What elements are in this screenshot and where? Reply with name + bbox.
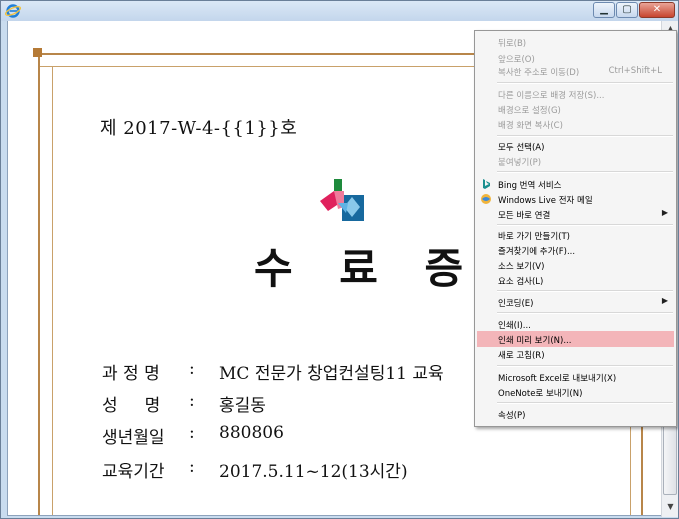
- submenu-arrow-icon: ▶: [661, 296, 668, 305]
- menu-item-print-preview[interactable]: 인쇄 미리 보기(N)...: [477, 331, 674, 347]
- menu-item-label: 뒤로(B): [498, 39, 527, 49]
- close-icon: ✕: [652, 4, 662, 15]
- scroll-down-icon[interactable]: ▼: [662, 499, 678, 515]
- border-line: [641, 416, 643, 515]
- menu-item-copy-background[interactable]: 배경 화면 복사(C): [477, 116, 674, 132]
- context-menu: 뒤로(B) 앞으로(O) 복사한 주소로 이동(D) Ctrl+Shift+L 다…: [474, 30, 677, 427]
- menu-item-export-to-excel[interactable]: Microsoft Excel로 내보내기(X): [477, 369, 674, 385]
- field-label: 성 명: [102, 396, 161, 416]
- border-line: [52, 66, 53, 515]
- menu-separator: [497, 402, 673, 404]
- menu-item-label: 붙여넣기(P): [498, 158, 542, 168]
- menu-item-label: 요소 검사(L): [498, 277, 544, 287]
- field-label: 과 정 명: [102, 364, 160, 384]
- menu-item-all-accelerators[interactable]: 모든 바로 연결 ▶: [477, 206, 674, 222]
- bing-icon: [483, 179, 490, 189]
- field-colon: :: [189, 457, 195, 477]
- menu-item-print[interactable]: 인쇄(I)...: [477, 316, 674, 332]
- minimize-icon: ▁: [600, 4, 608, 15]
- menu-item-select-all[interactable]: 모두 선택(A): [477, 138, 674, 154]
- menu-item-paste[interactable]: 붙여넣기(P): [477, 153, 674, 169]
- menu-separator: [497, 82, 673, 84]
- menu-item-label: OneNote로 보내기(N): [498, 389, 583, 399]
- border-corner-square: [33, 48, 42, 57]
- menu-item-view-source[interactable]: 소스 보기(V): [477, 257, 674, 273]
- field-label: 교육기간: [102, 462, 165, 482]
- menu-item-encoding[interactable]: 인코딩(E) ▶: [477, 294, 674, 310]
- organization-logo: [320, 179, 364, 221]
- menu-separator: [497, 135, 673, 137]
- menu-item-label: 새로 고침(R): [498, 351, 545, 361]
- menu-item-save-background-as[interactable]: 다른 이름으로 배경 저장(S)...: [477, 86, 674, 102]
- menu-item-label: 복사한 주소로 이동(D): [498, 68, 580, 78]
- menu-item-label: 인코딩(E): [498, 299, 534, 309]
- internet-explorer-icon[interactable]: [5, 3, 21, 19]
- maximize-button[interactable]: ▢: [616, 2, 638, 18]
- menu-item-back[interactable]: 뒤로(B): [477, 34, 674, 50]
- menu-item-label: 소스 보기(V): [498, 262, 545, 272]
- maximize-icon: ▢: [622, 4, 632, 15]
- menu-item-label: 즐겨찾기에 추가(F)...: [498, 247, 576, 257]
- field-value: 880806: [219, 423, 284, 443]
- menu-item-add-to-favorites[interactable]: 즐겨찾기에 추가(F)...: [477, 242, 674, 258]
- menu-separator: [497, 290, 673, 292]
- menu-item-label: 바로 가기 만들기(T): [498, 232, 570, 242]
- title-bar[interactable]: ▁ ▢ ✕: [1, 1, 678, 21]
- menu-item-shortcut: Ctrl+Shift+L: [608, 66, 662, 76]
- menu-separator: [497, 224, 673, 226]
- submenu-arrow-icon: ▶: [661, 208, 668, 217]
- field-colon: :: [189, 391, 195, 411]
- menu-item-label: Windows Live 전자 메일: [498, 196, 593, 206]
- certificate-number: 제 2017-W-4-{{1}}호: [100, 118, 298, 139]
- menu-item-windows-live-mail[interactable]: Windows Live 전자 메일: [477, 191, 674, 207]
- field-colon: :: [189, 359, 195, 379]
- menu-item-label: 모든 바로 연결: [498, 211, 551, 221]
- menu-item-label: Microsoft Excel로 내보내기(X): [498, 374, 617, 384]
- menu-item-send-to-onenote[interactable]: OneNote로 보내기(N): [477, 384, 674, 400]
- menu-item-create-shortcut[interactable]: 바로 가기 만들기(T): [477, 227, 674, 243]
- close-button[interactable]: ✕: [639, 2, 675, 18]
- menu-item-label: 인쇄(I)...: [498, 321, 531, 331]
- browser-window: ▁ ▢ ✕ 제 2017-W-4-{{1}}호 수 료 증 과 정 명: MC…: [0, 0, 679, 519]
- certificate-title: 수 료 증: [254, 244, 480, 293]
- field-colon: :: [189, 423, 195, 443]
- menu-item-label: 배경으로 설정(G): [498, 106, 561, 116]
- menu-separator: [497, 365, 673, 367]
- field-value: 2017.5.11~12(13시간): [219, 462, 408, 482]
- field-value: 홍길동: [219, 396, 266, 416]
- border-line: [630, 416, 631, 515]
- field-label: 생년월일: [102, 428, 165, 448]
- menu-item-label: 모두 선택(A): [498, 143, 545, 153]
- menu-item-label: 인쇄 미리 보기(N)...: [498, 336, 572, 346]
- menu-separator: [497, 171, 673, 173]
- menu-item-label: Bing 번역 서비스: [498, 181, 562, 191]
- menu-separator: [497, 312, 673, 314]
- menu-item-label: 속성(P): [498, 411, 526, 421]
- menu-item-label: 배경 화면 복사(C): [498, 121, 563, 131]
- menu-item-go-to-copied-address[interactable]: 복사한 주소로 이동(D) Ctrl+Shift+L: [477, 63, 674, 79]
- menu-item-inspect-element[interactable]: 요소 검사(L): [477, 272, 674, 288]
- border-line: [38, 53, 40, 515]
- menu-item-bing-translate[interactable]: Bing 번역 서비스: [477, 176, 674, 192]
- field-value: MC 전문가 창업컨설팅11 교육: [219, 364, 444, 384]
- menu-item-label: 다른 이름으로 배경 저장(S)...: [498, 91, 605, 101]
- menu-item-properties[interactable]: 속성(P): [477, 406, 674, 422]
- menu-item-set-as-background[interactable]: 배경으로 설정(G): [477, 101, 674, 117]
- windows-live-mail-icon: [481, 194, 491, 204]
- minimize-button[interactable]: ▁: [593, 2, 615, 18]
- menu-item-refresh[interactable]: 새로 고침(R): [477, 346, 674, 362]
